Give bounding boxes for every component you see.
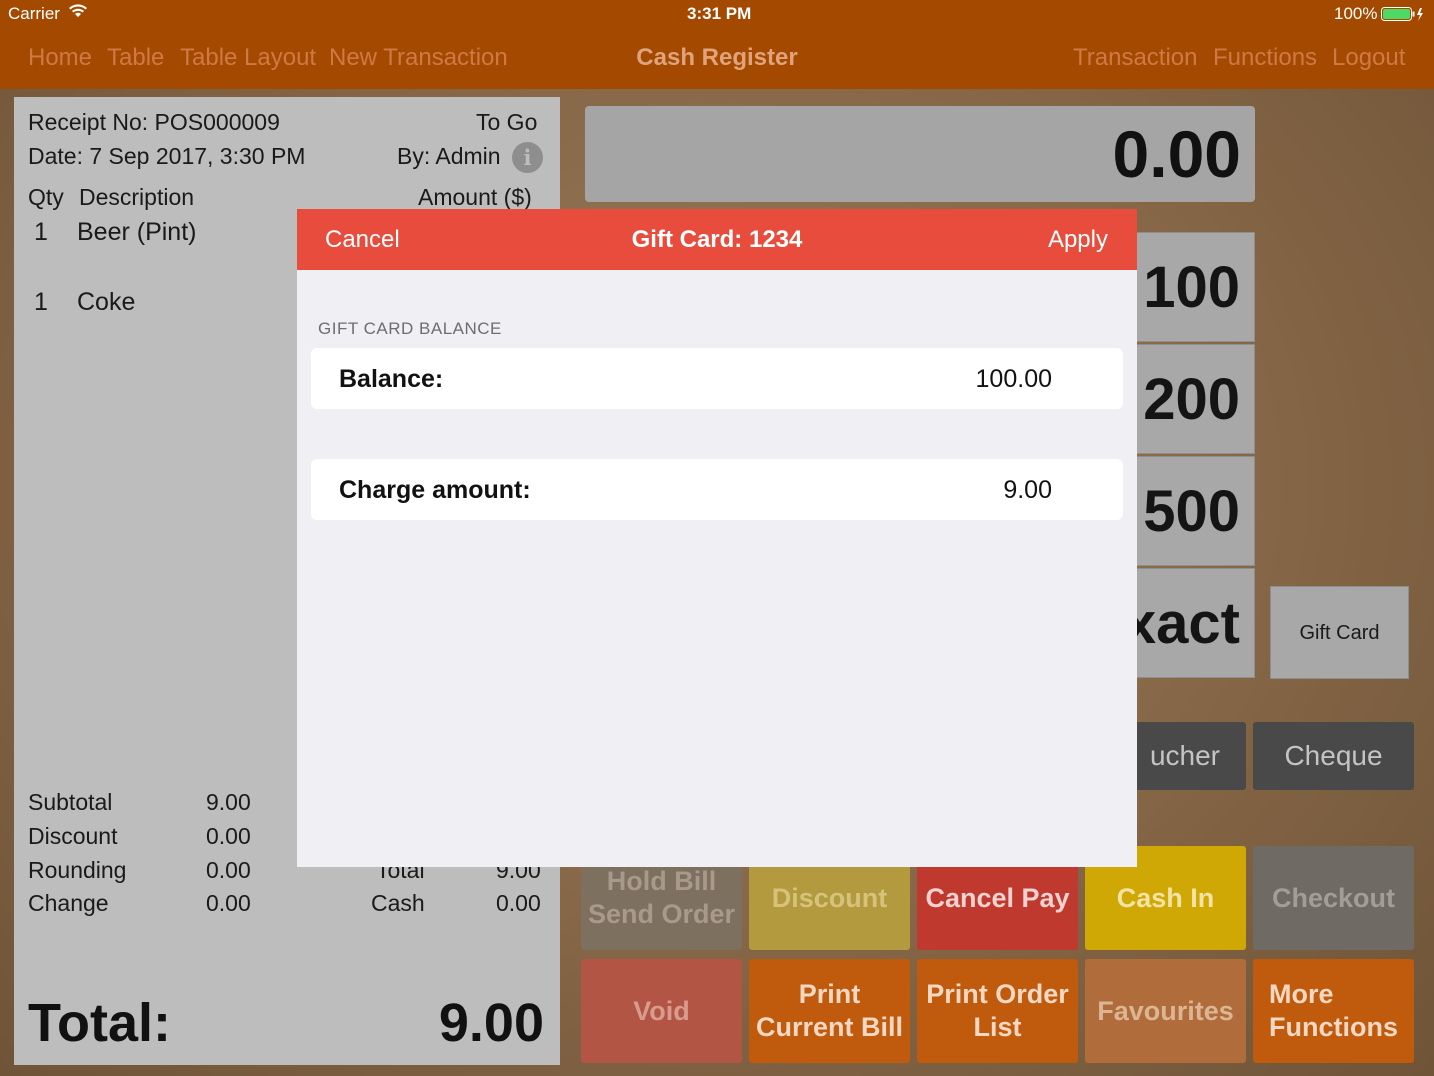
change-label: Change	[28, 890, 109, 916]
item-qty: 1	[34, 218, 48, 246]
modal-apply-button[interactable]: Apply	[1048, 226, 1108, 254]
info-icon[interactable]: i	[512, 142, 543, 173]
section-header: GIFT CARD BALANCE	[318, 319, 502, 338]
print-order-list-button[interactable]: Print Order List	[917, 959, 1078, 1063]
change-value: 0.00	[206, 890, 251, 916]
receipt-cashier: By: Admin	[397, 143, 501, 169]
cash-label: Cash	[371, 890, 425, 916]
modal-header: Cancel Gift Card: 1234 Apply	[297, 209, 1137, 270]
nav-home-link[interactable]: Home	[28, 44, 92, 72]
battery-percent: 100%	[1334, 4, 1378, 23]
charge-row[interactable]: Charge amount: 9.00	[311, 459, 1123, 520]
cash-value: 0.00	[496, 890, 541, 916]
discount-value: 0.00	[206, 823, 251, 849]
nav-new-transaction-link[interactable]: New Transaction	[329, 44, 508, 72]
receipt-number: Receipt No: POS000009	[28, 109, 280, 135]
nav-table-layout-link[interactable]: Table Layout	[180, 44, 316, 72]
discount-label: Discount	[28, 823, 118, 849]
modal-title: Gift Card: 1234	[631, 226, 803, 253]
battery-icon	[1381, 7, 1425, 28]
nav-transaction-link[interactable]: Transaction	[1073, 44, 1198, 72]
modal-cancel-button[interactable]: Cancel	[325, 226, 400, 254]
balance-label: Balance:	[339, 365, 444, 393]
col-amount-header: Amount ($)	[418, 184, 532, 210]
grand-total-value: 9.00	[438, 993, 544, 1053]
amount-display: 0.00	[585, 106, 1255, 202]
gift-card-button[interactable]: Gift Card	[1270, 586, 1409, 679]
nav-functions-link[interactable]: Functions	[1213, 44, 1317, 72]
cheque-button[interactable]: Cheque	[1253, 722, 1414, 790]
subtotal-label: Subtotal	[28, 789, 113, 815]
rounding-value: 0.00	[206, 857, 251, 883]
top-bar: Carrier 3:31 PM 100% Home Table Table La…	[0, 0, 1434, 89]
rounding-label: Rounding	[28, 857, 127, 883]
charge-label: Charge amount:	[339, 476, 531, 504]
col-desc-header: Description	[79, 184, 195, 210]
wifi-icon	[68, 3, 88, 24]
col-qty-header: Qty	[28, 184, 64, 210]
clock: 3:31 PM	[687, 4, 752, 23]
favourites-button[interactable]: Favourites	[1085, 959, 1246, 1063]
more-functions-button[interactable]: More Functions	[1253, 959, 1414, 1063]
receipt-date: Date: 7 Sep 2017, 3:30 PM	[28, 143, 306, 169]
void-button[interactable]: Void	[581, 959, 742, 1063]
amount-value: 0.00	[1112, 117, 1241, 191]
balance-value: 100.00	[975, 365, 1052, 393]
balance-row: Balance: 100.00	[311, 348, 1123, 409]
item-qty: 1	[34, 288, 48, 316]
print-current-bill-button[interactable]: Print Current Bill	[749, 959, 910, 1063]
page-title: Cash Register	[636, 44, 798, 71]
charge-amount-field[interactable]: 9.00	[1003, 476, 1052, 505]
grand-total-label: Total:	[28, 993, 171, 1053]
checkout-button[interactable]: Checkout	[1253, 846, 1414, 950]
order-type: To Go	[476, 109, 538, 135]
item-desc[interactable]: Beer (Pint)	[77, 218, 196, 247]
gift-card-modal: Cancel Gift Card: 1234 Apply GIFT CARD B…	[297, 209, 1137, 867]
nav-table-link[interactable]: Table	[107, 44, 164, 72]
carrier-label: Carrier	[8, 4, 60, 23]
nav-logout-link[interactable]: Logout	[1332, 44, 1405, 72]
item-desc[interactable]: Coke	[77, 288, 135, 317]
subtotal-value: 9.00	[206, 789, 251, 815]
